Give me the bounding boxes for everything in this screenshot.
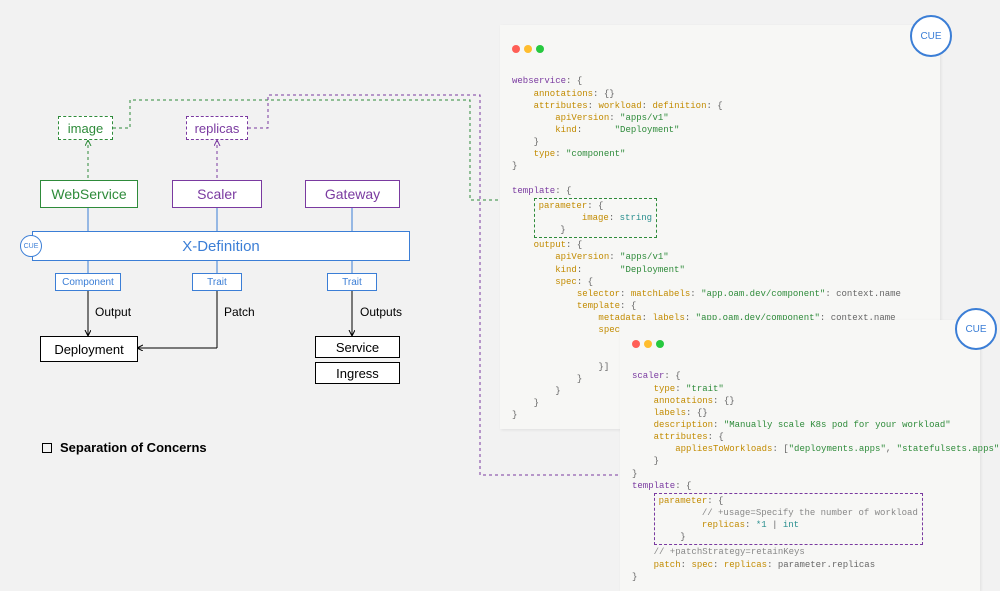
service-box: Service <box>315 336 400 358</box>
label-output: Output <box>95 305 131 319</box>
param-image-box: image <box>58 116 113 140</box>
code-panel-scaler: scaler: { type: "trait" annotations: {} … <box>620 320 980 591</box>
bullet-icon <box>42 443 52 453</box>
cue-badge-2: CUE <box>955 308 997 350</box>
window-dots-2 <box>632 340 968 352</box>
param-replicas-box: replicas <box>186 116 248 140</box>
tag-trait-2: Trait <box>327 273 377 291</box>
param-replicas-label: replicas <box>195 121 240 136</box>
label-outputs: Outputs <box>360 305 402 319</box>
xdefinition-box: X-Definition <box>32 231 410 261</box>
deployment-box: Deployment <box>40 336 138 362</box>
window-dots-1 <box>512 45 928 57</box>
scaler-box: Scaler <box>172 180 262 208</box>
bullet-separation: Separation of Concerns <box>42 440 207 455</box>
tag-component: Component <box>55 273 121 291</box>
label-patch: Patch <box>224 305 255 319</box>
tag-trait-1: Trait <box>192 273 242 291</box>
webservice-box: WebService <box>40 180 138 208</box>
gateway-box: Gateway <box>305 180 400 208</box>
cue-badge-small: CUE <box>20 235 42 257</box>
param-image-label: image <box>68 121 103 136</box>
cue-badge-1: CUE <box>910 15 952 57</box>
ingress-box: Ingress <box>315 362 400 384</box>
